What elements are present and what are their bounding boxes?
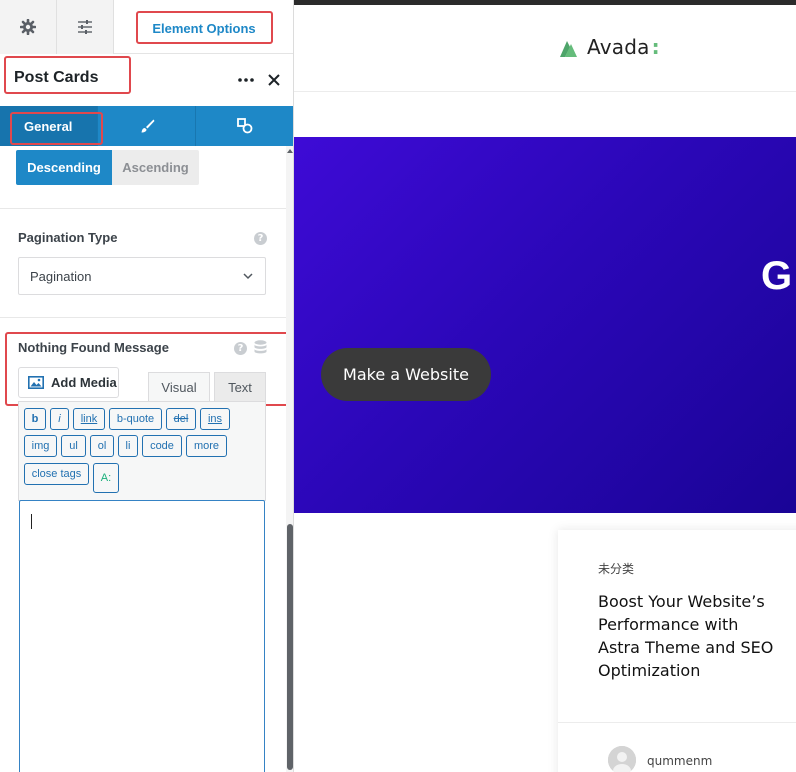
avada-logo-icon [560,41,577,57]
post-card[interactable]: 未分类 Boost Your Website’s Performance wit… [558,530,796,772]
tab-element-options[interactable]: Element Options [141,15,267,41]
quicktag-ul-button[interactable]: ul [61,435,86,457]
gear-icon [20,19,36,35]
pagination-type-label: Pagination Type [18,230,118,245]
tab-settings[interactable] [0,0,57,54]
media-icon [28,376,44,389]
hero-heading-fragment: G [761,254,793,298]
help-icon[interactable]: ? [234,342,247,355]
card-divider [558,722,796,723]
pagination-type-select[interactable]: Pagination [18,257,266,295]
scroll-up-arrow-icon[interactable] [286,146,293,156]
chevron-down-icon [243,273,253,280]
site-preview: Avada : G Make a Website 未分类 Boost Your … [294,0,796,772]
quicktag-ol-button[interactable]: ol [90,435,114,457]
quicktag-bold-button[interactable]: b [24,408,46,430]
user-avatar-icon [608,746,636,772]
quicktag-img-button[interactable]: img [24,435,57,457]
add-media-label: Add Media [51,375,117,390]
options-scroll-area[interactable]: Descending Ascending Pagination Type ? P… [0,146,286,772]
scrollbar-thumb[interactable] [287,524,293,770]
help-icon[interactable]: ? [254,232,267,245]
tab-visual[interactable]: Visual [148,372,210,402]
order-ascending-button[interactable]: Ascending [112,150,199,185]
tab-design[interactable] [98,106,196,146]
avatar [608,746,636,772]
site-header: Avada : [294,5,796,92]
post-category[interactable]: 未分类 [598,560,634,577]
logo-colon: : [651,35,660,59]
panel-title: Post Cards [14,69,99,86]
quicktag-more-button[interactable]: more [186,435,227,457]
post-title[interactable]: Boost Your Website’s Performance with As… [598,590,778,682]
hero-section: G Make a Website [294,137,796,513]
quicktag-code-button[interactable]: code [142,435,182,457]
quicktag-autop-button[interactable]: A: [93,463,119,493]
tab-general-label: General [24,118,73,134]
tab-text[interactable]: Text [214,372,266,402]
order-descending-button[interactable]: Descending [16,150,112,185]
add-media-button[interactable]: Add Media [18,367,119,398]
site-logo[interactable]: Avada : [560,35,660,59]
shapes-icon [236,118,252,134]
make-website-button[interactable]: Make a Website [321,348,491,401]
panel-subtabs: General [0,106,293,146]
quicktag-ins-button[interactable]: ins [200,408,230,430]
ellipsis-icon [238,78,254,82]
tab-options[interactable] [57,0,114,54]
divider [0,208,286,209]
dynamic-data-icon[interactable] [254,340,267,354]
quicktag-li-button[interactable]: li [118,435,138,457]
tab-general[interactable]: General [0,106,98,146]
close-icon [268,74,280,86]
quicktag-link-button[interactable]: link [73,408,105,430]
nothing-found-label: Nothing Found Message [18,340,169,355]
quicktag-blockquote-button[interactable]: b-quote [109,408,162,430]
sliders-icon [78,20,92,34]
close-button[interactable] [264,70,284,90]
quicktag-close-tags-button[interactable]: close tags [24,463,89,485]
pagination-type-value: Pagination [30,268,92,284]
text-caret [31,514,32,529]
builder-sidebar: Element Options Post Cards General Desce… [0,0,294,772]
quicktag-del-button[interactable]: del [166,408,196,430]
quicktags-toolbar: b i link b-quote del ins img ul ol li co… [18,401,266,501]
tab-extras[interactable] [196,106,293,146]
post-author[interactable]: qummenm [647,754,712,768]
sidebar-top-tabs: Element Options [0,0,293,54]
more-options-button[interactable] [236,70,256,90]
logo-text: Avada [587,35,650,59]
panel-header: Post Cards [0,55,293,106]
brush-icon [141,119,154,133]
nothing-found-textarea[interactable] [19,500,265,772]
quicktag-italic-button[interactable]: i [50,408,69,430]
divider [0,317,286,318]
